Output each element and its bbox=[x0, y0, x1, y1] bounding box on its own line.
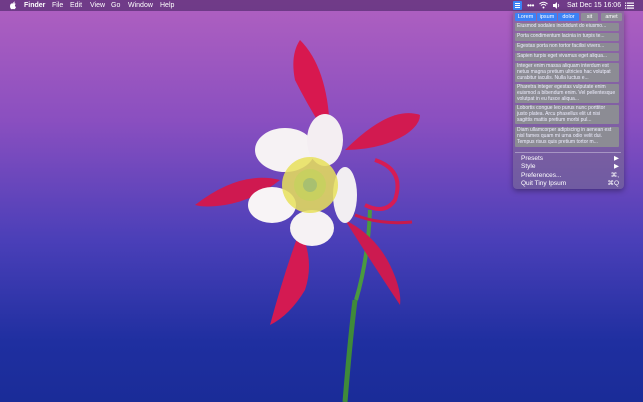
tiny-ipsum-panel: Lorem ipsum dolor sit amet Eiusmod sodal… bbox=[513, 11, 624, 189]
list-item[interactable]: Egestas porta non tortor facilisi vivers… bbox=[515, 43, 619, 51]
list-item[interactable]: Diam ullamcorper adipiscing in aenean es… bbox=[515, 127, 619, 147]
list-icon[interactable] bbox=[625, 0, 634, 11]
shortcut-label: ⌘Q bbox=[607, 180, 619, 187]
tag-dolor[interactable]: dolor bbox=[558, 13, 579, 21]
tag-bar: Lorem ipsum dolor sit amet bbox=[515, 13, 623, 21]
menu-file[interactable]: File bbox=[52, 0, 63, 11]
submenu-arrow-icon: ▶ bbox=[614, 163, 619, 170]
submenu-arrow-icon: ▶ bbox=[614, 155, 619, 162]
menu-item-label: Quit Tiny Ipsum bbox=[521, 180, 567, 187]
menu-item-quit[interactable]: Quit Tiny Ipsum ⌘Q bbox=[521, 180, 621, 188]
shortcut-label: ⌘, bbox=[610, 172, 619, 179]
list-item[interactable]: Lobortis congue leo purus nunc porttitor… bbox=[515, 105, 619, 124]
list-item[interactable]: Eiusmod sodales incididunt do eiusmo... bbox=[515, 23, 619, 31]
tag-amet[interactable]: amet bbox=[601, 13, 622, 21]
menu-bar: Finder File Edit View Go Window Help •••… bbox=[0, 0, 643, 11]
menu-item-presets[interactable]: Presets ▶ bbox=[521, 155, 621, 163]
list-item[interactable]: Sapien turpis eget vivamus eget aliqua..… bbox=[515, 53, 619, 61]
tag-sit[interactable]: sit bbox=[581, 13, 598, 21]
more-icon[interactable]: ••• bbox=[527, 0, 534, 11]
list-item[interactable]: Pharetra integer egestas vulputate enim … bbox=[515, 84, 619, 103]
menu-go[interactable]: Go bbox=[111, 0, 120, 11]
menu-item-style[interactable]: Style ▶ bbox=[521, 163, 621, 171]
tag-lorem[interactable]: Lorem bbox=[515, 13, 536, 21]
menu-edit[interactable]: Edit bbox=[70, 0, 82, 11]
menu-item-label: Presets bbox=[521, 155, 544, 162]
menu-window[interactable]: Window bbox=[128, 0, 153, 11]
menu-item-label: Style bbox=[521, 163, 536, 170]
clock[interactable]: Sat Dec 15 16:06 bbox=[567, 0, 621, 11]
volume-icon[interactable] bbox=[552, 0, 561, 11]
tag-ipsum[interactable]: ipsum bbox=[537, 13, 557, 21]
app-name-finder[interactable]: Finder bbox=[24, 0, 45, 11]
menu-item-preferences[interactable]: Preferences... ⌘, bbox=[521, 172, 621, 180]
apple-icon[interactable] bbox=[9, 0, 17, 11]
menu-help[interactable]: Help bbox=[160, 0, 174, 11]
list-item[interactable]: Porta condimentum lacinia in turpis te..… bbox=[515, 33, 619, 41]
menu-item-label: Preferences... bbox=[521, 172, 562, 179]
list-item[interactable]: Integer enim massa aliquam interdum est … bbox=[515, 63, 619, 82]
menu-separator bbox=[515, 152, 621, 153]
tiny-ipsum-icon[interactable] bbox=[513, 1, 522, 10]
wifi-icon[interactable] bbox=[539, 0, 548, 11]
menu-view[interactable]: View bbox=[90, 0, 105, 11]
